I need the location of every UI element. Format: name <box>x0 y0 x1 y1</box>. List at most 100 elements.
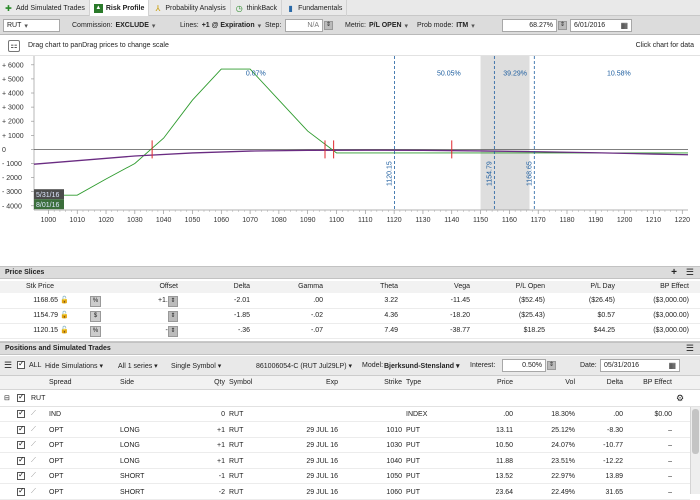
positions-date-field[interactable]: 05/31/2016 ▦ <box>600 359 680 372</box>
collapse-icon[interactable]: ⊟ <box>4 394 10 402</box>
unit-icon[interactable]: % <box>90 296 101 307</box>
all-checkbox[interactable] <box>17 359 25 369</box>
price-slice-label: 1168.65 <box>526 161 533 186</box>
slice-cell: -38.77 <box>450 327 470 334</box>
x-tick-label: 1170 <box>531 217 546 224</box>
chevron-down-icon[interactable] <box>149 22 156 30</box>
calendar-icon[interactable]: ▦ <box>668 361 676 370</box>
date-label: Date: <box>580 362 597 369</box>
symbol-mode-select[interactable]: Single Symbol ▾ <box>171 362 221 370</box>
step-field[interactable]: N/A <box>285 19 323 32</box>
col-symbol: Symbol <box>229 379 253 386</box>
percent-field[interactable]: 68.27% <box>502 19 557 32</box>
offset-stepper[interactable]: ⇕ <box>168 311 178 322</box>
tab-add-simulated-trades[interactable]: ✚ Add Simulated Trades <box>0 0 90 16</box>
chevron-down-icon[interactable] <box>402 22 409 30</box>
menu-icon[interactable]: ☰ <box>686 343 694 354</box>
y-tick-label: + 4000 <box>2 91 24 98</box>
slice-cell: -.02 <box>310 312 323 319</box>
series-select[interactable]: All 1 series ▾ <box>118 362 158 370</box>
menu-icon[interactable]: ☰ <box>4 360 12 371</box>
unit-icon[interactable]: $ <box>90 311 101 322</box>
cell: $0.00 <box>654 411 672 418</box>
table-row[interactable]: ⟋ OPT LONG +1 RUT 29 JUL 16 1010 PUT 13.11 25.12%… <box>0 422 690 438</box>
contract-select[interactable]: 861006054-C (RUT Jul29LP) ▾ <box>256 362 352 370</box>
slice-cell: -18.20 <box>450 312 470 319</box>
risk-profile-chart[interactable]: 1000 1010 1020 1030 1040 1050 1060 1070 1080 1090… <box>0 56 700 266</box>
date-field[interactable]: 6/01/2016 ▦ <box>570 19 632 32</box>
y-tick-label: + 1000 <box>2 133 24 140</box>
slice-cell: -2.01 <box>234 297 250 304</box>
lock-icon[interactable]: 🔓 <box>60 296 69 304</box>
interest-field[interactable]: 0.50% <box>502 359 546 372</box>
table-row[interactable]: ⟋ OPT SHORT -1 RUT 29 JUL 16 1050 PUT 13.52 22.97… <box>0 469 690 484</box>
chart-settings-icon[interactable]: ⚏ <box>8 40 20 52</box>
interest-stepper[interactable]: ⇕ <box>547 361 556 370</box>
cell: -8.30 <box>607 426 623 434</box>
positions-header: Positions and Simulated Trades ☰ <box>0 342 700 355</box>
cell: INDEX <box>406 411 428 418</box>
prob-mode-select[interactable]: ITM <box>456 22 468 29</box>
x-tick-label: 1200 <box>617 217 633 224</box>
menu-icon[interactable]: ☰ <box>686 267 694 278</box>
unit-icon[interactable]: % <box>90 326 101 337</box>
model-select[interactable]: Bjerksund-Stensland ▾ <box>384 362 459 370</box>
slice-cell[interactable]: 1154.79 <box>8 312 58 319</box>
tab-label: Fundamentals <box>298 4 343 12</box>
offset-stepper[interactable]: ⇕ <box>168 296 178 307</box>
offset-stepper[interactable]: ⇕ <box>168 326 178 337</box>
percent-stepper[interactable]: ⇕ <box>558 21 567 30</box>
col-stk-price: Stk Price <box>26 283 55 290</box>
positions-scrollbar[interactable] <box>690 407 700 494</box>
tab-fundamentals[interactable]: ▮ Fundamentals <box>282 0 348 16</box>
group-checkbox[interactable] <box>17 392 25 402</box>
tab-probability-analysis[interactable]: ⅄ Probability Analysis <box>149 0 231 16</box>
positions-title: Positions and Simulated Trades <box>5 345 111 352</box>
table-row[interactable]: ⟋ OPT SHORT -2 RUT 29 JUL 16 1060 PUT 23.64 22.49… <box>0 484 690 500</box>
row-checkbox[interactable] <box>17 408 25 418</box>
spread-icon: ⟋ <box>31 425 36 433</box>
price-slice-label: 1154.79 <box>486 161 493 186</box>
date-tag: 5/31/16 <box>36 192 59 199</box>
x-tick-label: 1110 <box>358 217 373 224</box>
tab-thinkback[interactable]: ◷ thinkBack <box>231 0 283 16</box>
lock-icon[interactable]: 🔓 <box>60 326 69 334</box>
cell: OPT <box>49 457 64 465</box>
x-tick-label: 1220 <box>674 217 690 224</box>
y-tick-label: 0 <box>2 147 6 154</box>
row-checkbox[interactable] <box>17 424 25 434</box>
cell: 25.12% <box>551 426 575 434</box>
symbol-select[interactable]: RUT <box>3 19 60 32</box>
commission-select[interactable]: EXCLUDE <box>115 22 148 29</box>
x-tick-label: 1070 <box>242 217 258 224</box>
group-label: RUT <box>31 395 46 402</box>
scrollbar-thumb[interactable] <box>692 409 699 454</box>
cell: – <box>668 457 672 465</box>
gear-icon[interactable]: ⚙ <box>676 393 684 404</box>
table-row[interactable]: ⟋ IND 0 RUT INDEX .00 18.30% .00 $0.00 <box>0 407 690 422</box>
chevron-down-icon[interactable] <box>255 22 262 30</box>
chevron-down-icon[interactable] <box>468 22 475 30</box>
tab-risk-profile[interactable]: ▲ Risk Profile <box>89 0 150 16</box>
cell: OPT <box>49 442 64 449</box>
table-row[interactable]: ⟋ OPT LONG +1 RUT 29 JUL 16 1030 PUT 10.50 24.07%… <box>0 438 690 453</box>
cell: +1 <box>217 457 225 465</box>
lock-icon[interactable]: 🔓 <box>60 311 69 319</box>
slice-cell[interactable]: 1168.65 <box>8 297 58 304</box>
group-row-rut[interactable]: ⊟ RUT ⚙ <box>0 390 700 407</box>
metric-select[interactable]: P/L OPEN <box>369 22 402 29</box>
add-slice-icon[interactable]: + <box>671 267 677 278</box>
hide-simulations-select[interactable]: Hide Simulations ▾ <box>45 362 103 370</box>
row-checkbox[interactable] <box>17 439 25 449</box>
lines-select[interactable]: +1 @ Expiration <box>202 22 255 29</box>
slice-cell: ($26.45) <box>588 297 615 304</box>
row-checkbox[interactable] <box>17 486 25 496</box>
slice-cell[interactable]: 1120.15 <box>8 327 58 334</box>
cell: -12.22 <box>603 457 623 465</box>
step-stepper[interactable]: ⇕ <box>324 21 333 30</box>
cell: -10.77 <box>603 442 623 449</box>
table-row[interactable]: ⟋ OPT LONG +1 RUT 29 JUL 16 1040 PUT 11.88 23.51%… <box>0 453 690 469</box>
calendar-icon[interactable]: ▦ <box>620 21 628 30</box>
row-checkbox[interactable] <box>17 455 25 465</box>
row-checkbox[interactable] <box>17 470 25 480</box>
